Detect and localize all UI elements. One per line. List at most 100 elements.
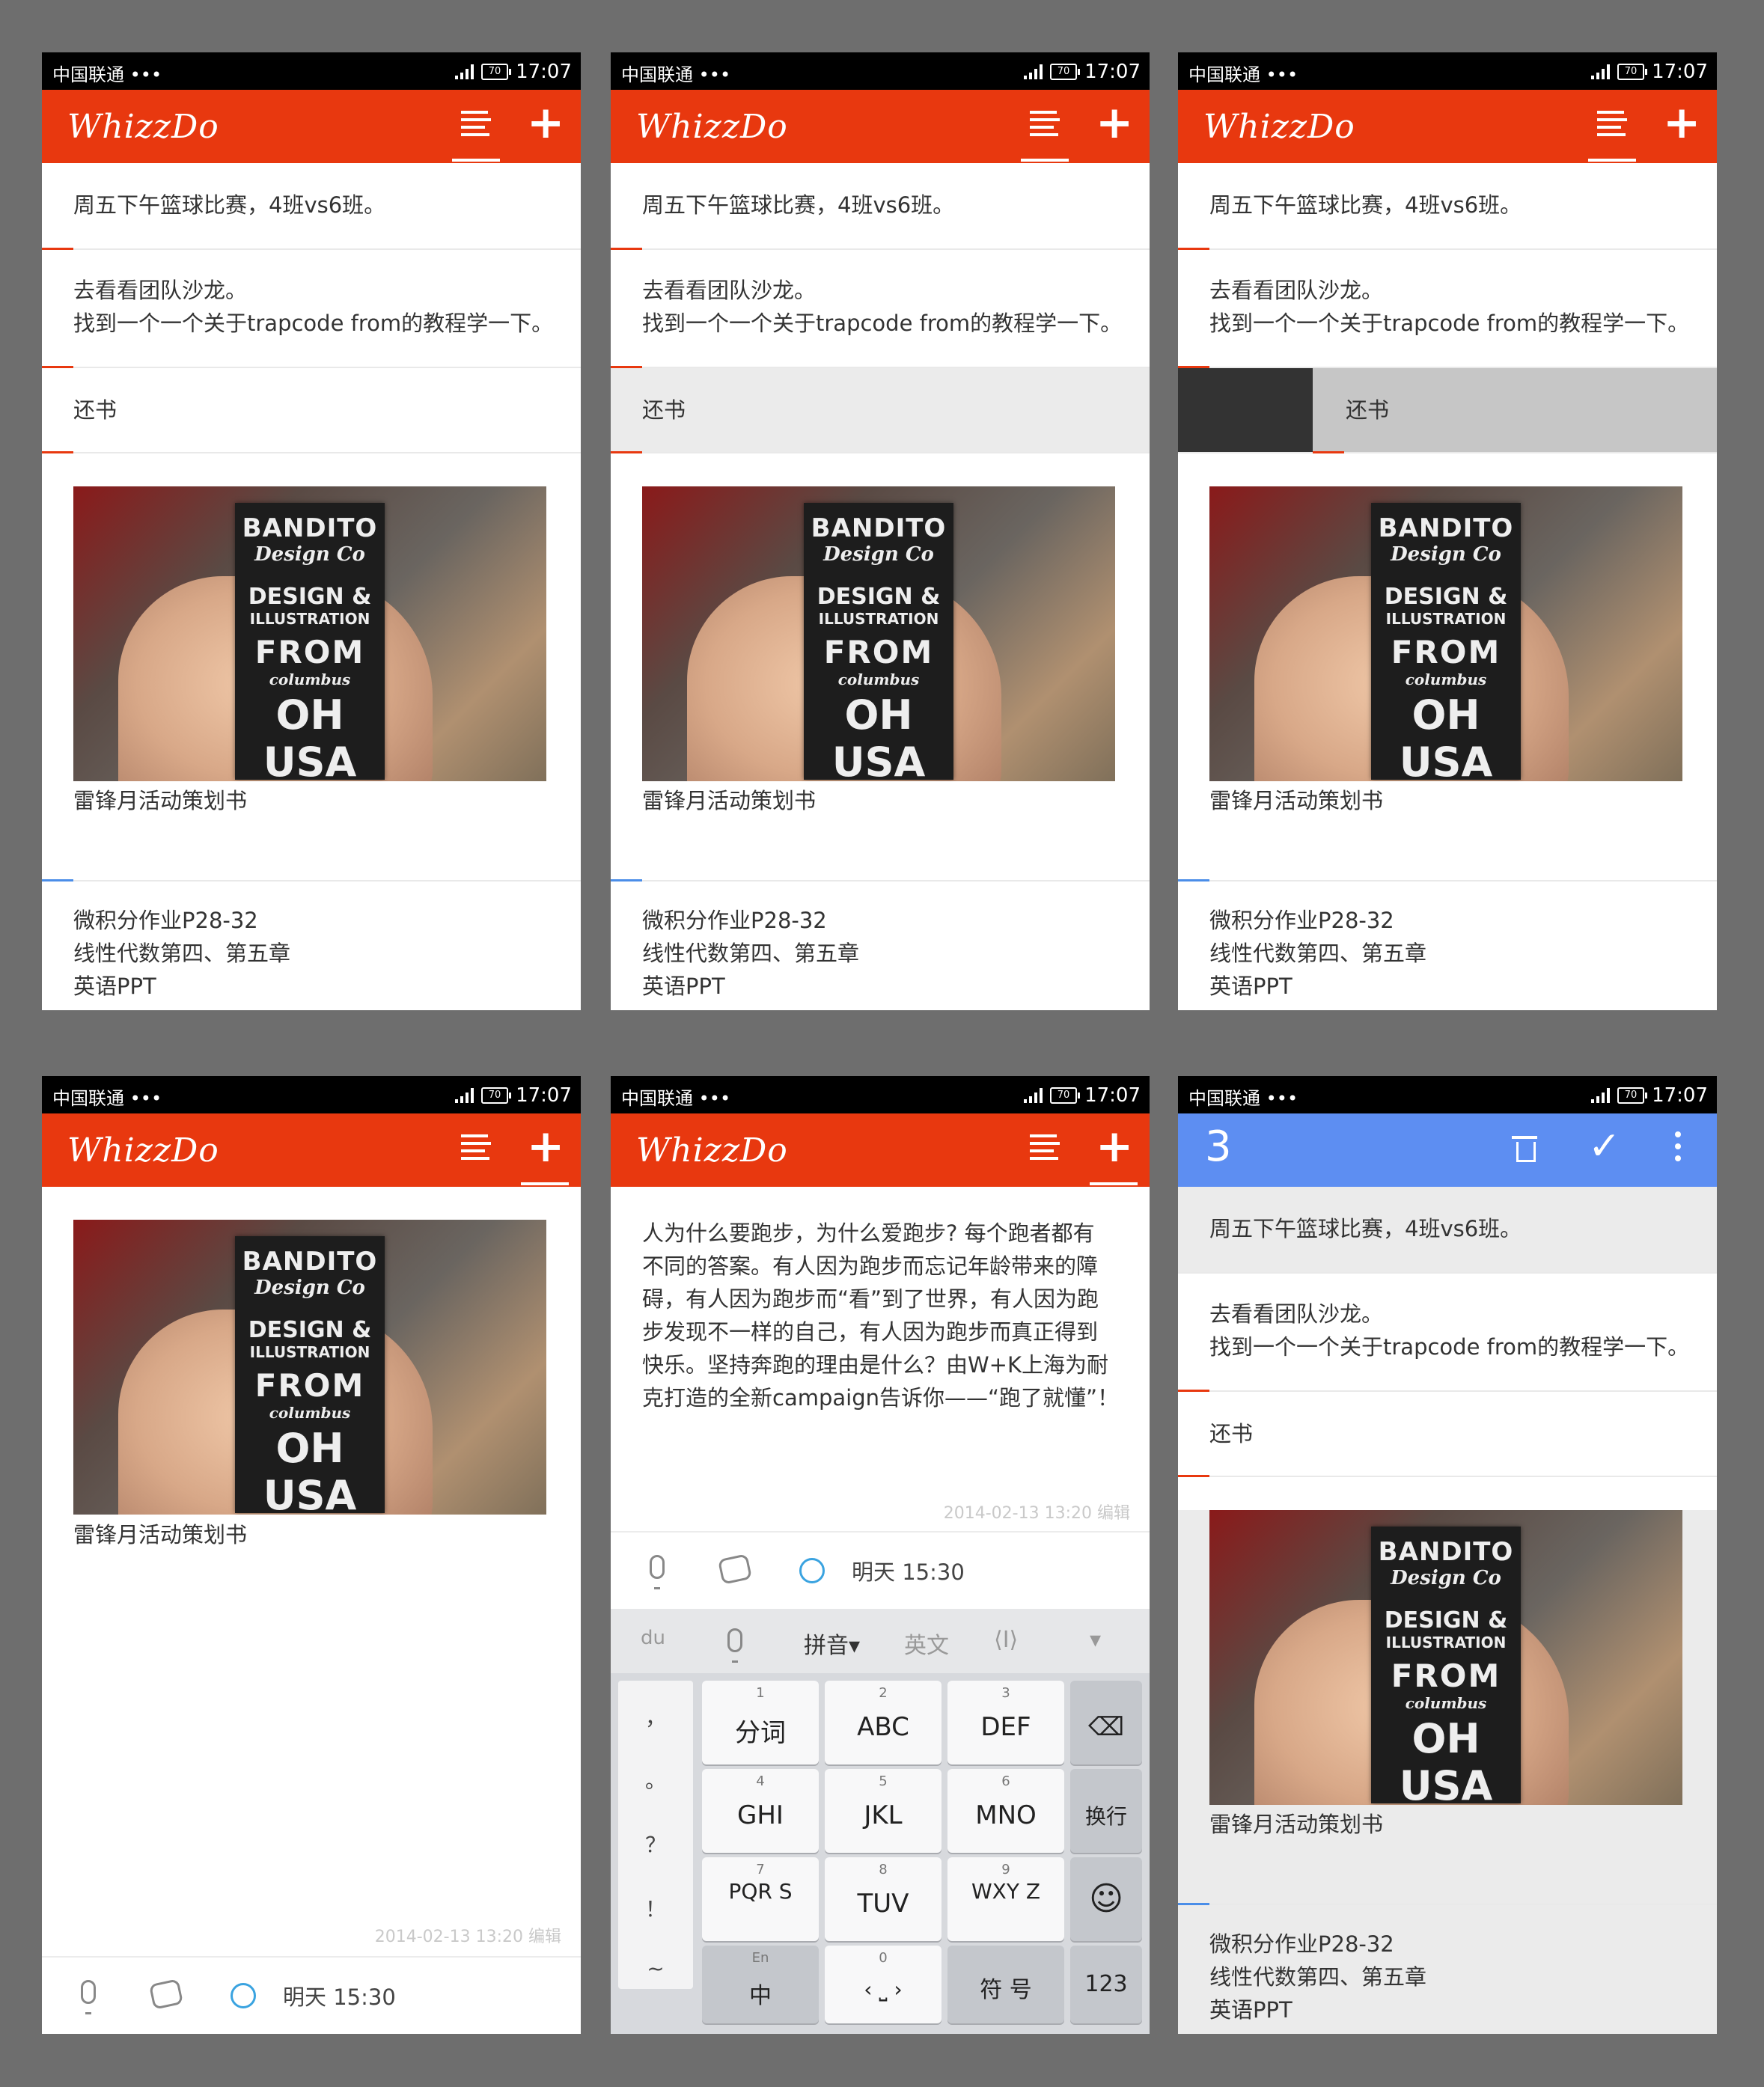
add-note-icon[interactable]: + <box>1096 100 1133 145</box>
emoji-key[interactable]: ☺ <box>1070 1857 1142 1941</box>
number-key[interactable]: 123 <box>1070 1946 1142 2023</box>
app-bar: WhizzDo + <box>42 1113 581 1187</box>
key-7[interactable]: 7 PQR S <box>702 1857 819 1941</box>
battery-icon: 70 <box>1617 64 1648 80</box>
note-item[interactable]: BANDITO Design Co DESIGN & ILLUSTRATION … <box>42 486 581 881</box>
key-5[interactable]: 5 JKL <box>825 1769 941 1853</box>
clock: 17:07 <box>516 1084 572 1107</box>
add-note-icon[interactable]: + <box>527 1124 564 1169</box>
status-bar: 中国联通 ••• 70 17:07 <box>42 52 581 90</box>
note-item-selected[interactable]: 周五下午篮球比赛，4班vs6班。 <box>1178 1187 1717 1274</box>
key-number: 3 <box>1001 1685 1010 1701</box>
signal-icon <box>455 64 474 79</box>
list-view-icon[interactable] <box>1030 1134 1060 1167</box>
keyboard-logo[interactable]: du <box>641 1627 665 1649</box>
note-text: 雷锋月活动策划书 <box>642 788 817 813</box>
note-item[interactable]: 去看看团队沙龙。 找到一个一个关于trapcode from的教程学一下。 <box>1178 250 1717 368</box>
note-text: 微积分作业P28-32 <box>1209 1931 1394 1957</box>
app-bar: WhizzDo + <box>1178 90 1717 163</box>
note-item[interactable]: BANDITO Design Co DESIGN & ILLUSTRATION … <box>611 486 1150 881</box>
key-number: En <box>751 1950 769 1966</box>
key-1[interactable]: 1 分词 <box>702 1681 819 1764</box>
symbol-key[interactable]: 符 号 <box>947 1946 1064 2023</box>
note-item-selected[interactable]: 微积分作业P28-32 线性代数第四、第五章 英语PPT <box>1178 1905 1717 2034</box>
phone-list-1: 中国联通 ••• 70 17:07 WhizzDo + 周五下午篮球比赛，4班v… <box>42 52 581 1010</box>
note-item[interactable]: 还书 <box>1178 1392 1717 1477</box>
key-label: DEF <box>980 1712 1031 1742</box>
note-item-pressed[interactable]: 还书 <box>611 368 1150 453</box>
enter-key[interactable]: 换行 <box>1070 1769 1142 1853</box>
symbol-column: ， 。 ？ ！ ~ <box>618 1681 693 1989</box>
list-view-icon[interactable] <box>1030 111 1060 144</box>
microphone-icon[interactable] <box>650 1555 665 1589</box>
add-note-icon[interactable]: + <box>1663 100 1700 145</box>
microphone-icon[interactable] <box>81 1980 96 2014</box>
signal-icon <box>1591 1088 1611 1103</box>
pinyin-mode[interactable]: 拼音▾ <box>804 1627 860 1660</box>
card-text: OH USA <box>1399 1715 1493 1805</box>
keyboard-voice-icon[interactable] <box>727 1628 742 1663</box>
app-logo: WhizzDo <box>636 1131 788 1170</box>
key-6[interactable]: 6 MNO <box>947 1769 1064 1853</box>
note-item[interactable]: 微积分作业P28-32 线性代数第四、第五章 英语PPT <box>611 881 1150 1010</box>
check-icon[interactable]: ✓ <box>1588 1124 1621 1169</box>
key-label: GHI <box>737 1800 784 1830</box>
key-label: TUV <box>857 1889 909 1919</box>
signal-icon <box>1024 64 1043 79</box>
phone-list-swipe: 中国联通 ••• 70 17:07 WhizzDo + 周五下午篮球比赛，4班v… <box>1178 52 1717 1010</box>
note-image: BANDITO Design Co DESIGN & ILLUSTRATION … <box>73 486 546 781</box>
note-item[interactable]: 去看看团队沙龙。 找到一个一个关于trapcode from的教程学一下。 <box>42 250 581 368</box>
space-key[interactable]: 0 ‹ ⎵ › <box>825 1946 941 2023</box>
note-body-text[interactable]: 雷锋月活动策划书 <box>73 1518 247 1549</box>
key-8[interactable]: 8 TUV <box>825 1857 941 1941</box>
note-text: 去看看团队沙龙。 <box>1209 1301 1384 1327</box>
symbol-key[interactable]: ！ <box>618 1893 693 1923</box>
status-bar: 中国联通 ••• 70 17:07 <box>1178 52 1717 90</box>
note-text: 找到一个一个关于trapcode from的教程学一下。 <box>73 311 554 336</box>
key-2[interactable]: 2 ABC <box>825 1681 941 1764</box>
note-item[interactable]: 去看看团队沙龙。 找到一个一个关于trapcode from的教程学一下。 <box>1178 1274 1717 1392</box>
english-mode[interactable]: 英文 <box>904 1627 949 1660</box>
note-item[interactable]: 周五下午篮球比赛，4班vs6班。 <box>42 163 581 250</box>
alarm-icon[interactable] <box>231 1983 256 2008</box>
note-item[interactable]: 周五下午篮球比赛，4班vs6班。 <box>611 163 1150 250</box>
note-text: 去看看团队沙龙。 <box>642 278 817 303</box>
cursor-icon[interactable]: ⟨I⟩ <box>994 1627 1018 1653</box>
reminder-time[interactable]: 明天 15:30 <box>852 1555 965 1586</box>
delete-key[interactable]: ⌫ <box>1070 1681 1142 1764</box>
note-item[interactable]: 微积分作业P28-32 线性代数第四、第五章 英语PPT <box>42 881 581 1010</box>
more-icon[interactable] <box>1675 1131 1681 1167</box>
note-item[interactable]: BANDITO Design Co DESIGN & ILLUSTRATION … <box>1178 486 1717 881</box>
add-note-icon[interactable]: + <box>1096 1124 1133 1169</box>
reminder-time[interactable]: 明天 15:30 <box>283 1980 396 2011</box>
image-icon[interactable] <box>148 1978 184 2010</box>
symbol-key[interactable]: ~ <box>618 1956 693 1981</box>
note-marker <box>1313 451 1344 453</box>
add-note-icon[interactable]: + <box>527 100 564 145</box>
note-item[interactable]: 微积分作业P28-32 线性代数第四、第五章 英语PPT <box>1178 881 1717 1010</box>
editor-line: 快乐。坚持奔跑的理由是什么？由W+K上海为耐 <box>642 1352 1108 1378</box>
image-icon[interactable] <box>717 1553 753 1585</box>
hide-keyboard-icon[interactable]: ▾ <box>1090 1627 1101 1653</box>
card-text: DESIGN & <box>817 584 941 610</box>
lang-switch-key[interactable]: En 中 <box>702 1946 819 2023</box>
note-item-selected[interactable]: BANDITO Design Co DESIGN & ILLUSTRATION … <box>1178 1510 1717 1905</box>
note-editor[interactable]: 人为什么要跑步，为什么爱跑步? 每个跑者都有 不同的答案。有人因为跑步而忘记年龄… <box>642 1217 1121 1414</box>
key-3[interactable]: 3 DEF <box>947 1681 1064 1764</box>
note-item[interactable]: 去看看团队沙龙。 找到一个一个关于trapcode from的教程学一下。 <box>611 250 1150 368</box>
key-label: PQR S <box>728 1879 793 1904</box>
key-9[interactable]: 9 WXY Z <box>947 1857 1064 1941</box>
note-item-swiping[interactable]: 还书 <box>1178 368 1717 453</box>
symbol-key[interactable]: ？ <box>618 1829 693 1859</box>
list-view-icon[interactable] <box>1597 111 1627 144</box>
note-item[interactable]: 周五下午篮球比赛，4班vs6班。 <box>1178 163 1717 250</box>
card-text: FROM <box>254 634 365 670</box>
list-view-icon[interactable] <box>461 1134 491 1167</box>
key-4[interactable]: 4 GHI <box>702 1769 819 1853</box>
alarm-icon[interactable] <box>799 1558 825 1583</box>
symbol-key[interactable]: ， <box>618 1702 693 1732</box>
symbol-key[interactable]: 。 <box>618 1764 693 1794</box>
delete-icon[interactable] <box>1512 1136 1537 1162</box>
list-view-icon[interactable] <box>461 111 491 144</box>
note-item[interactable]: 还书 <box>42 368 581 453</box>
